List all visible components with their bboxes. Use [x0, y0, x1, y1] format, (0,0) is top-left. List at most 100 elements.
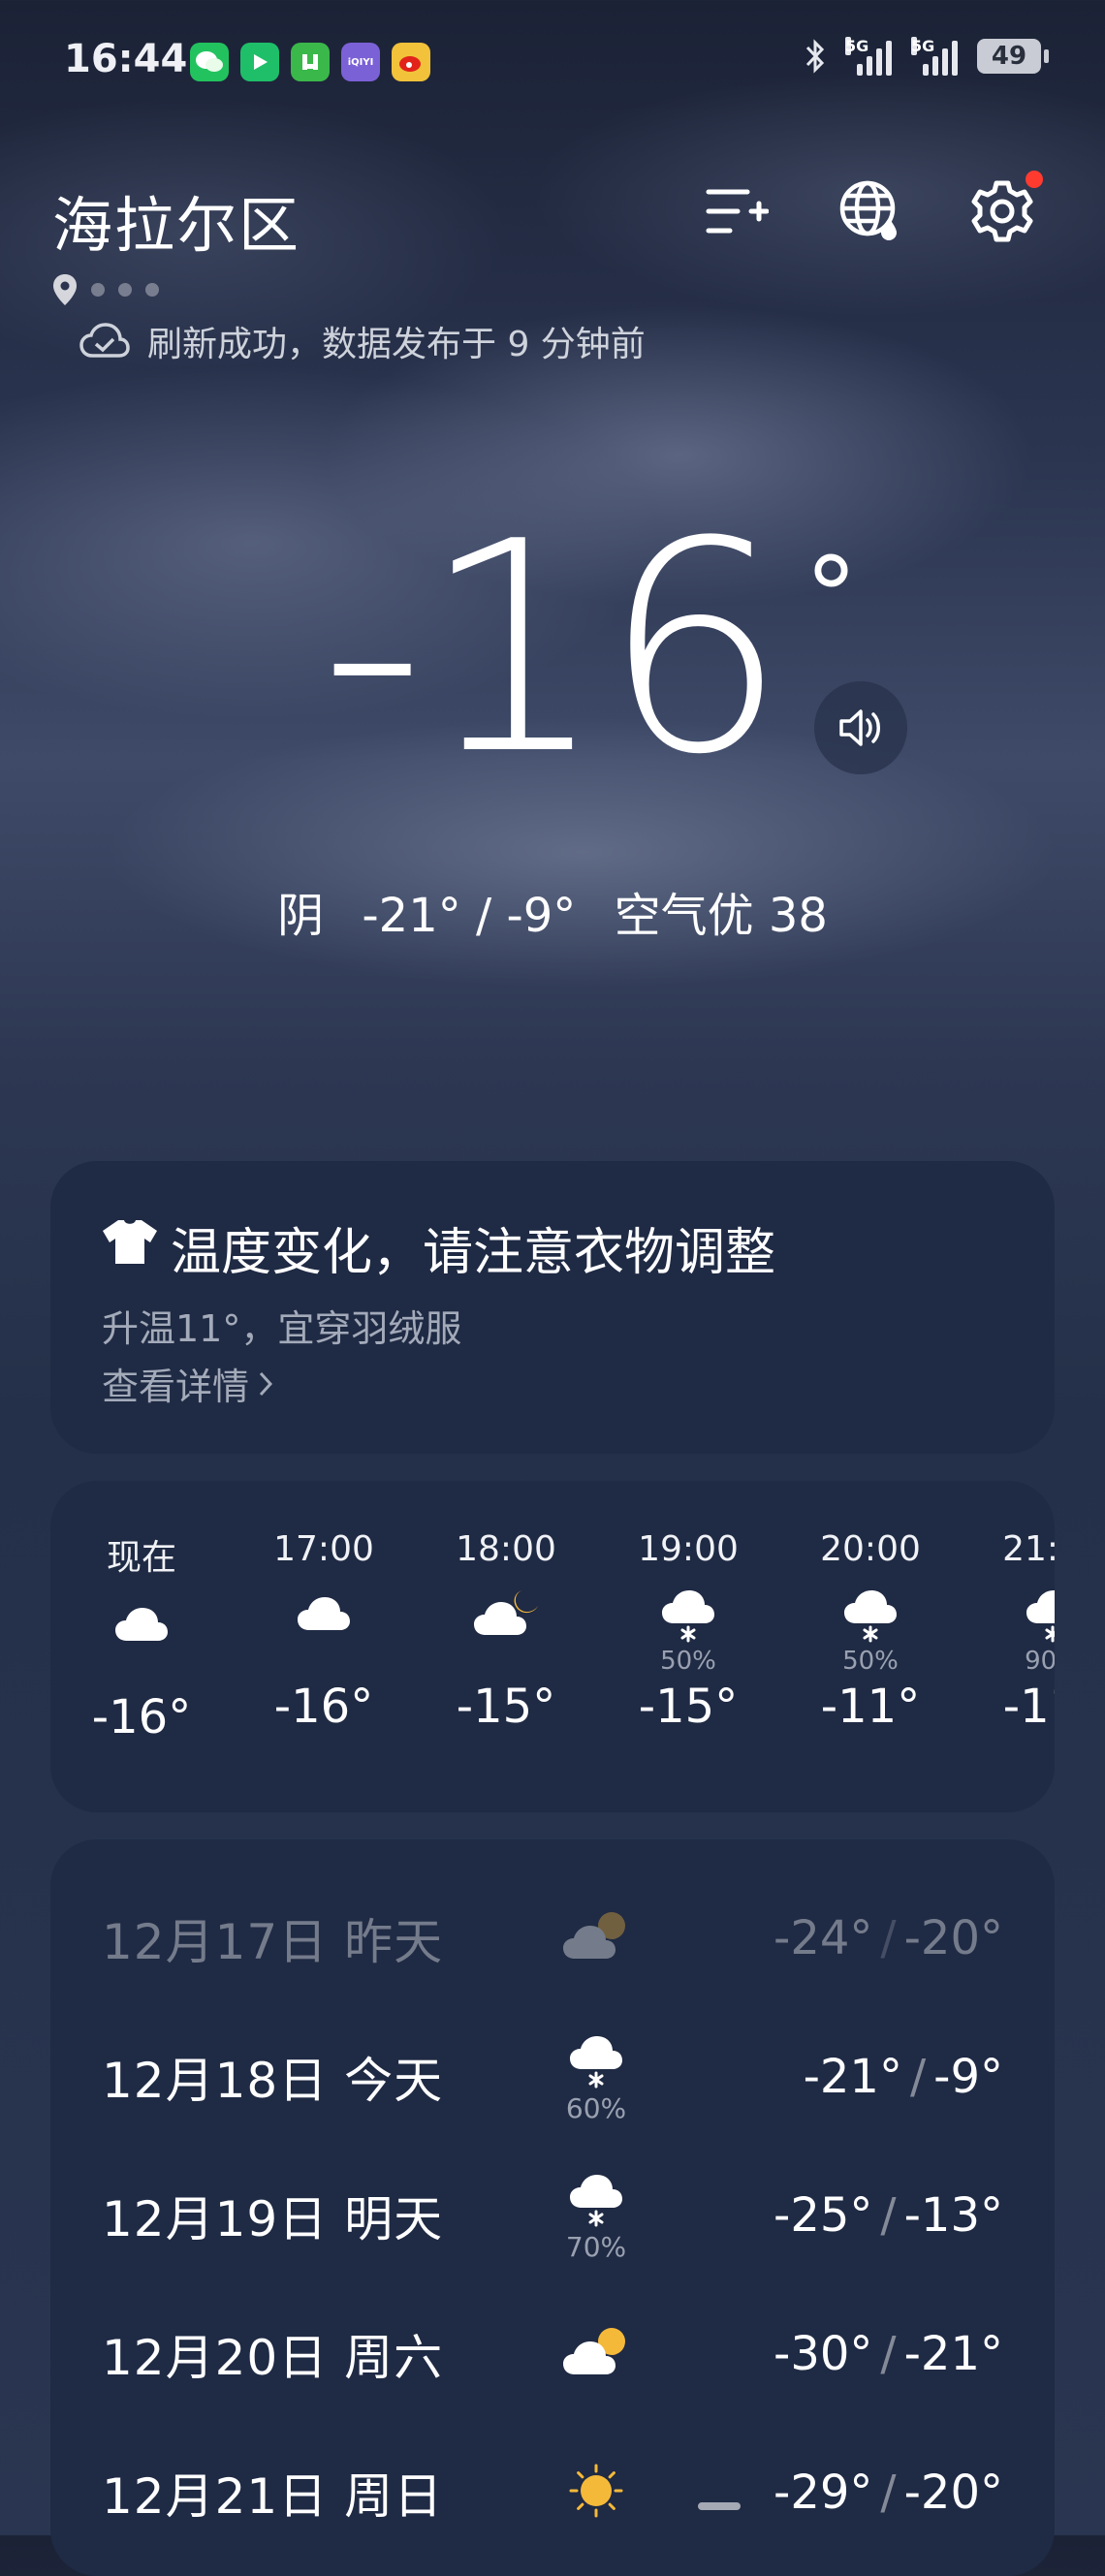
hourly-item[interactable]: 18:00 -15°	[415, 1529, 597, 1734]
signal-1-icon: 5G	[845, 37, 892, 76]
hourly-forecast-card[interactable]: 现在 -16° 17:00 -16° 18:00 -15° 19:00 50% …	[50, 1481, 1055, 1812]
day-low: -21°	[803, 2050, 902, 2104]
home-indicator[interactable]	[698, 2502, 741, 2510]
daily-row[interactable]: 12月21日 周日 -29° / -20°	[102, 2435, 1003, 2551]
network-type-1: 5G	[845, 37, 869, 55]
globe-weather-button[interactable]	[832, 173, 909, 250]
hour-weather-icon: 50%	[597, 1585, 779, 1676]
weather-summary[interactable]: 阴 -21° / -9° 空气优 38	[0, 877, 1105, 945]
refresh-status: 刷新成功，数据发布于 9 分钟前	[79, 316, 646, 366]
cloud-sun-icon	[559, 1908, 633, 1968]
hour-weather-icon	[50, 1597, 233, 1684]
battery-icon: 49	[977, 39, 1049, 74]
day-weather-icon: 60%	[548, 2030, 645, 2124]
day-temp-range: -29° / -20°	[645, 2466, 1003, 2520]
slash: /	[880, 2188, 897, 2243]
cloud-icon	[110, 1602, 174, 1650]
precipitation-chance: 90%	[1025, 1647, 1055, 1676]
cloud-icon	[292, 1591, 356, 1640]
hour-temperature: -16°	[273, 1680, 374, 1734]
cloud-moon-icon	[470, 1586, 542, 1645]
globe-icon	[839, 180, 897, 240]
hour-time: 19:00	[638, 1529, 739, 1569]
battery-level: 49	[991, 42, 1027, 71]
settings-badge	[1026, 171, 1043, 188]
hour-temperature: -11°	[1002, 1680, 1055, 1734]
air-quality: 空气优 38	[614, 889, 828, 943]
hour-time: 20:00	[820, 1529, 921, 1569]
list-add-icon	[706, 189, 769, 234]
daily-row[interactable]: 12月17日 昨天 -24° / -20°	[102, 1880, 1003, 1996]
hour-temperature: -11°	[820, 1680, 921, 1734]
chevron-right-icon	[259, 1371, 273, 1396]
daily-row[interactable]: 12月20日 周六 -30° / -21°	[102, 2296, 1003, 2412]
status-right: 5G 5G 49	[805, 37, 1049, 76]
day-weather-icon	[548, 1908, 645, 1968]
wechat-icon	[190, 43, 229, 81]
slash: /	[909, 2050, 927, 2104]
hourly-item[interactable]: 17:00 -16°	[233, 1529, 415, 1734]
city-name[interactable]: 海拉尔区	[52, 176, 300, 264]
day-date: 12月17日 昨天	[102, 1914, 444, 1970]
network-type-2: 5G	[911, 37, 935, 55]
snow-icon	[838, 1585, 902, 1647]
view-details-label: 查看详情	[102, 1366, 250, 1408]
current-temperature: -16	[320, 480, 787, 818]
hour-weather-icon: 90%	[962, 1586, 1055, 1676]
notification-app-icons: iQIYI	[190, 43, 430, 81]
day-low: -25°	[774, 2188, 873, 2243]
sun-icon	[559, 2454, 633, 2531]
day-weather-icon	[548, 2324, 645, 2384]
snow-icon	[656, 1585, 720, 1647]
hour-temperature: -16°	[91, 1690, 192, 1744]
day-temp-range: -21° / -9°	[645, 2050, 1003, 2104]
slash: /	[880, 2327, 897, 2381]
slash: /	[880, 2466, 897, 2520]
hour-time: 17:00	[273, 1529, 374, 1569]
cloud-sun-icon	[559, 2324, 633, 2384]
gear-icon	[971, 180, 1033, 242]
signal-2-icon: 5G	[911, 37, 958, 76]
precipitation-chance: 50%	[842, 1647, 899, 1676]
hourly-item[interactable]: 21:00 90% -11°	[962, 1529, 1055, 1734]
view-details-link[interactable]: 查看详情	[102, 1357, 274, 1410]
daily-row[interactable]: 12月19日 明天 70% -25° / -13°	[102, 2157, 1003, 2274]
day-temp-range: -24° / -20°	[645, 1911, 1003, 1965]
hourly-item[interactable]: 20:00 50% -11°	[779, 1529, 962, 1734]
day-date: 12月19日 明天	[102, 2191, 444, 2247]
condition-text: 阴	[277, 889, 325, 943]
hour-weather-icon: 50%	[779, 1585, 962, 1676]
snow-icon	[564, 2169, 628, 2231]
day-low: -24°	[774, 1911, 873, 1965]
day-low: -30°	[774, 2327, 873, 2381]
manage-cities-button[interactable]	[698, 173, 775, 250]
hourly-item[interactable]: 现在 -16°	[50, 1529, 233, 1744]
day-temp-range: -30° / -21°	[645, 2327, 1003, 2381]
degree-symbol: °	[805, 534, 858, 658]
hour-time: 18:00	[456, 1529, 556, 1569]
shirt-icon	[103, 1220, 157, 1264]
day-temp-range: -25° / -13°	[645, 2188, 1003, 2243]
day-date: 12月21日 周日	[102, 2468, 444, 2525]
day-high: -20°	[903, 1911, 1003, 1965]
day-high: -13°	[903, 2188, 1003, 2243]
page-dot	[91, 283, 105, 297]
slash: /	[880, 1911, 897, 1965]
video-app-icon	[240, 43, 279, 81]
hour-weather-icon	[415, 1586, 597, 1674]
hourly-item[interactable]: 19:00 50% -15°	[597, 1529, 779, 1734]
day-low: -29°	[774, 2466, 873, 2520]
temp-range: -21° / -9°	[362, 889, 577, 943]
status-time: 16:44	[64, 37, 188, 81]
daily-row[interactable]: 12月18日 今天 60% -21° / -9°	[102, 2019, 1003, 2135]
day-high: -9°	[933, 2050, 1003, 2104]
page-dot	[145, 283, 159, 297]
voice-broadcast-button[interactable]	[814, 681, 907, 774]
hour-time: 现在	[106, 1538, 176, 1578]
green-app-icon	[291, 43, 330, 81]
day-date: 12月20日 周六	[102, 2330, 444, 2386]
day-high: -20°	[903, 2466, 1003, 2520]
tip-subtitle: 升温11°，宜穿羽绒服	[102, 1307, 462, 1350]
location-pin-icon	[53, 274, 77, 305]
weibo-icon	[392, 43, 430, 81]
